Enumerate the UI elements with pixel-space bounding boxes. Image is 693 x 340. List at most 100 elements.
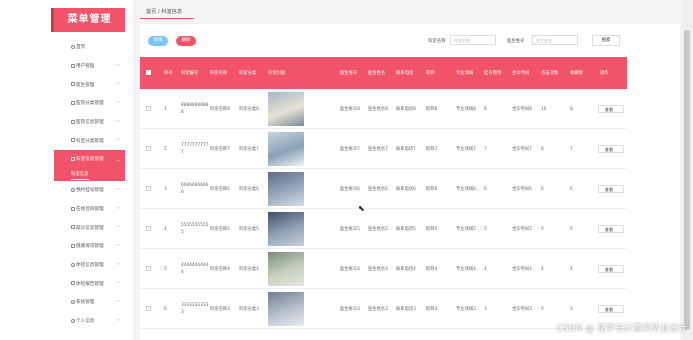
cell-tel: 联系电话7 <box>396 146 416 152</box>
chevron-down-icon: ﹀ <box>116 139 121 145</box>
sidebar-item-home[interactable]: 首页 <box>54 38 125 57</box>
cell-doc: 医生姓名8 <box>368 106 388 112</box>
dept-cover-image <box>268 132 304 166</box>
row-checkbox[interactable] <box>146 266 151 271</box>
cell-clicks: 8 <box>541 146 544 152</box>
sidebar-item-visits[interactable]: 就诊信息管理 ﹀ <box>54 218 125 237</box>
cell-clicks: 6 <box>541 186 544 192</box>
sidebar-item-checkup-report[interactable]: 体检报告管理 ﹀ <box>54 274 125 293</box>
cell-title: 职称5 <box>426 226 438 232</box>
view-button[interactable]: 查看 <box>598 105 624 113</box>
cell-fav: 6 <box>570 186 573 192</box>
person-icon <box>71 318 75 323</box>
watermark: CSDN @ 花学长计算机毕业设计 <box>556 324 687 334</box>
cell-tel: 联系电话3 <box>396 306 416 312</box>
col-field[interactable]: 专业领域 <box>456 57 482 89</box>
grid-icon <box>71 63 75 68</box>
row-checkbox[interactable] <box>146 226 151 231</box>
breadcrumb[interactable]: 首页 / 科室信息 <box>146 8 182 15</box>
table-row[interactable]: 5 44444444444 科室名称4 科室分类4 医生账号4 医生姓名4 联系电话4 职称4… <box>140 249 627 289</box>
sidebar-item-hospital-info[interactable]: 医院信息管理 ﹀ <box>54 113 125 132</box>
cell-tel: 联系电话6 <box>396 186 416 192</box>
view-button[interactable]: 查看 <box>598 185 624 193</box>
col-phone[interactable]: 联系电话 <box>396 57 422 89</box>
table-row[interactable]: 4 55555555555 科室名称5 科室分类5 医生账号5 医生姓名5 联系电话5 职称5… <box>140 209 627 249</box>
col-title[interactable]: 职称 <box>426 57 448 89</box>
row-checkbox[interactable] <box>146 306 151 311</box>
col-actions: 操作 <box>600 70 609 76</box>
cell-acct: 医生账号4 <box>340 266 360 272</box>
sidebar-item-profile[interactable]: 个人信息 ﹀ <box>54 312 125 331</box>
table-row[interactable]: 3 66666666666 科室名称6 科室分类6 医生账号6 医生姓名6 联系电话6 职称6… <box>140 169 627 209</box>
sidebar-item-doctors[interactable]: 医生管理 ﹀ <box>54 75 125 94</box>
grid-icon <box>71 101 75 106</box>
cell-title: 职称6 <box>426 186 438 192</box>
chevron-down-icon: ﹀ <box>116 207 121 213</box>
chevron-down-icon: ﹀ <box>116 319 121 325</box>
cell-fee: 7 <box>484 146 487 152</box>
col-fee[interactable]: 挂号费用 <box>484 57 510 89</box>
row-checkbox[interactable] <box>146 106 151 111</box>
doctor-name-input[interactable]: 医生姓名 <box>532 35 578 45</box>
chevron-down-icon: ﹀ <box>116 188 121 194</box>
dept-name-input[interactable]: 科室名称 <box>450 35 496 45</box>
gear-icon <box>71 262 75 267</box>
cell-time: 坐诊时间5 <box>512 226 532 232</box>
grid-icon <box>71 119 75 124</box>
breadcrumb-underline <box>140 18 194 19</box>
scrollbar-thumb[interactable] <box>684 30 690 330</box>
sidebar-item-checkup-info[interactable]: 体检信息管理 ﹀ <box>54 256 125 275</box>
cell-name: 科室名称5 <box>210 226 230 232</box>
cell-code: 66666666666 <box>181 183 209 195</box>
cell-idx: 1 <box>164 106 167 112</box>
select-all-checkbox[interactable] <box>146 70 151 75</box>
view-button[interactable]: 查看 <box>598 145 624 153</box>
chevron-down-icon: ﹀ <box>116 263 121 269</box>
cell-tel: 联系电话8 <box>396 106 416 112</box>
sidebar-item-hospital-category[interactable]: 医院分类管理 ﹀ <box>54 94 125 113</box>
cell-name: 科室名称8 <box>210 106 230 112</box>
col-favorites[interactable]: 收藏数 <box>570 57 594 89</box>
cell-name: 科室名称7 <box>210 146 230 152</box>
cell-code: 77777777777 <box>181 143 209 155</box>
col-dept-code[interactable]: 科室编号 <box>181 57 209 89</box>
view-button[interactable]: 查看 <box>598 305 624 313</box>
sidebar-item-system[interactable]: 系统管理 ﹀ <box>54 293 125 312</box>
sidebar-item-users[interactable]: 用户管理 ﹀ <box>54 57 125 76</box>
cell-idx: 6 <box>164 306 167 312</box>
sidebar-item-dept-category[interactable]: 科室分类管理 ﹀ <box>54 131 125 150</box>
sidebar-subitem-dept-info[interactable]: 科室信息 <box>54 168 125 181</box>
chevron-down-icon: ﹀ <box>116 244 121 250</box>
view-button[interactable]: 查看 <box>598 225 624 233</box>
cell-clicks: 10 <box>541 106 547 112</box>
sidebar-item-consult[interactable]: 在线咨询管理 ﹀ <box>54 200 125 219</box>
grid-icon <box>71 206 75 211</box>
sidebar-item-dept-info[interactable]: 科室信息管理 ︿ <box>54 150 125 169</box>
view-button[interactable]: 查看 <box>598 265 624 273</box>
col-schedule[interactable]: 坐诊时间 <box>512 57 538 89</box>
row-checkbox[interactable] <box>146 186 151 191</box>
add-button[interactable]: 新增 <box>148 36 168 46</box>
cell-cat: 科室分类5 <box>239 226 259 232</box>
breadcrumb-bar: 首页 / 科室信息 <box>140 5 680 19</box>
col-dept-category[interactable]: 科室分类 <box>239 57 267 89</box>
row-checkbox[interactable] <box>146 146 151 151</box>
sidebar-item-health-news[interactable]: 健康资讯管理 ﹀ <box>54 237 125 256</box>
table-row[interactable]: 2 77777777777 科室名称7 科室分类7 医生账号7 医生姓名7 联系电话7 职称7… <box>140 129 627 169</box>
mouse-cursor-icon: ⬉ <box>358 204 365 213</box>
search-button[interactable]: 搜索 <box>592 35 620 46</box>
delete-button[interactable]: 删除 <box>176 36 196 46</box>
col-dept-name[interactable]: 科室名称 <box>210 57 238 89</box>
cell-clicks: 5 <box>541 226 544 232</box>
col-dept-cover[interactable]: 科室封面 <box>268 57 308 89</box>
col-doctor-name[interactable]: 医生姓名 <box>368 57 394 89</box>
chevron-down-icon: ﹀ <box>116 120 121 126</box>
col-doctor-account[interactable]: 医生账号 <box>340 57 366 89</box>
col-index[interactable]: 序号 <box>164 57 173 89</box>
col-clicks[interactable]: 点击次数 <box>541 57 567 89</box>
sidebar-item-appointments[interactable]: 预约挂号管理 ﹀ <box>54 181 125 200</box>
cell-cat: 科室分类6 <box>239 186 259 192</box>
table-row[interactable]: 1 88888888888 科室名称8 科室分类8 医生账号8 医生姓名8 联系电话8 职称8… <box>140 89 627 129</box>
table-row[interactable]: 6 33333333333 科室名称3 科室分类3 医生账号3 医生姓名3 联系电话3 职称3… <box>140 289 627 329</box>
table-header: 序号 科室编号 科室名称 科室分类 科室封面 医生账号 医生姓名 联系电话 职称… <box>140 57 627 89</box>
